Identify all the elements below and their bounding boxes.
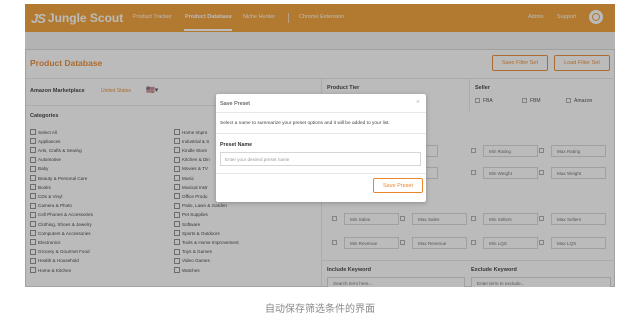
modal-title: Save Preset <box>220 101 250 107</box>
save-preset-button[interactable]: Save Preset <box>373 178 423 193</box>
divider <box>216 133 426 134</box>
modal-description: Select a name to summarize your preset o… <box>220 121 390 126</box>
divider <box>216 173 426 174</box>
preset-name-label: Preset Name <box>220 142 253 148</box>
save-preset-modal: Save Preset × Select a name to summarize… <box>216 94 426 202</box>
image-caption: 自动保存筛选条件的界面 <box>265 304 375 315</box>
app-window: JS Jungle Scout Product Tracker Product … <box>25 4 615 287</box>
divider <box>216 112 426 113</box>
close-icon[interactable]: × <box>416 99 420 106</box>
preset-name-input[interactable]: Enter your desired preset name <box>220 152 421 166</box>
